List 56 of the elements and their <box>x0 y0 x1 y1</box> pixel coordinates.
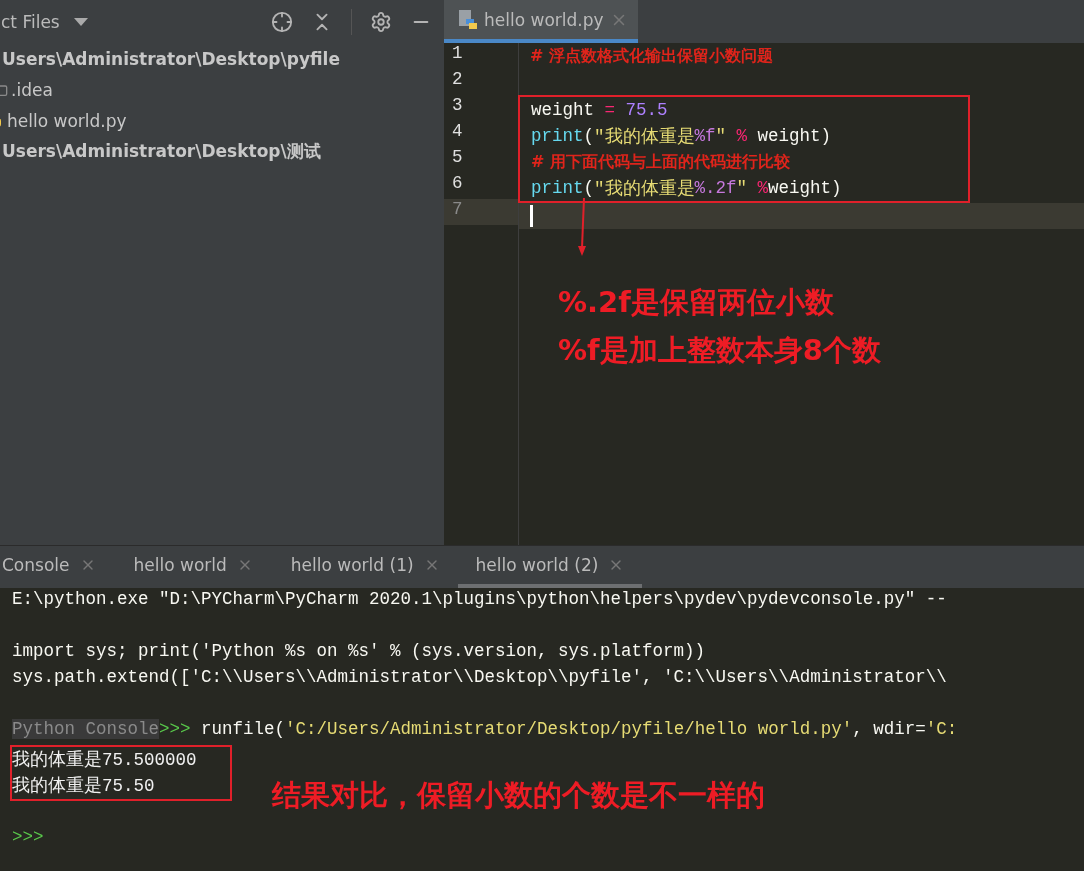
dropdown-caret-icon[interactable] <box>73 17 88 26</box>
tree-item[interactable]: Users\Administrator\Desktop\pyfile <box>2 48 340 69</box>
code-token: Python Console <box>12 719 160 739</box>
code-token: 'C: <box>925 719 958 739</box>
line-number: 6 <box>451 173 464 195</box>
code-token: E:\python.exe "D:\PYCharm\PyCharm 2020.1\plugins\python\helpers\pydev\pydevconsole.py" -- <box>12 589 947 609</box>
console-tab[interactable]: hello world <box>113 546 271 588</box>
console-prompt: >>> <box>159 719 191 739</box>
code-token: ( <box>583 126 595 146</box>
code-token: weight) <box>756 126 832 146</box>
code-token: %.2f <box>694 178 737 198</box>
annotation-text: 结果对比，保留小数的个数是不一样的 <box>272 777 765 814</box>
code-token: = <box>604 100 616 120</box>
console-tab[interactable]: hello world (1) <box>270 546 458 588</box>
line-number: 4 <box>451 121 464 143</box>
code-token: "我的体重是 <box>594 126 695 148</box>
code-comment: # 用下面代码与上面的代码进行比较 <box>531 151 790 173</box>
code-token: 'C:/Users/Administrator/Desktop/pyfile/hello world.py' <box>285 719 853 739</box>
code-token: import sys; print('Python %s on %s' % (sys.version, sys.platform)) <box>12 641 706 661</box>
code-token: print <box>531 126 584 146</box>
code-token: " <box>715 126 727 146</box>
code-token: 75.5 <box>624 100 668 120</box>
code-token: " <box>736 178 748 198</box>
code-token: "我的体重是 <box>594 178 695 200</box>
console-tab[interactable]: hello world (2) <box>457 546 643 588</box>
python-file-icon <box>458 8 478 31</box>
code-token: ( <box>583 178 595 198</box>
code-token: weight) <box>768 178 842 198</box>
tree-item[interactable]: hello world.py <box>7 110 127 131</box>
tree-item[interactable]: Users\Administrator\Desktop\测试 <box>2 140 321 163</box>
line-number: 2 <box>451 69 464 91</box>
code-token: 我的体重是75.50 <box>12 776 155 796</box>
code-token: , wdir= <box>852 719 926 739</box>
line-number: 5 <box>451 147 464 169</box>
line-number: 3 <box>451 95 464 117</box>
console-tab[interactable]: Console <box>0 546 114 588</box>
code-token: 我的体重是75.500000 <box>12 750 197 770</box>
editor-tab[interactable]: hello world.py <box>444 0 638 43</box>
code-token: % <box>735 126 748 146</box>
crosshair-icon[interactable] <box>271 10 293 33</box>
code-comment: # 浮点数格式化输出保留小数问题 <box>530 45 773 67</box>
panel-title[interactable]: ct Files <box>1 11 60 32</box>
code-token: print <box>531 178 584 198</box>
annotation-text: %f是加上整数本身8个数 <box>558 332 881 369</box>
code-token: weight <box>531 100 595 120</box>
code-token: % <box>756 178 769 198</box>
settings-icon[interactable] <box>370 10 392 33</box>
code-token: sys.path.extend(['C:\\Users\\Administrator\\Desktop\\pyfile', 'C:\\Users\\Administrator\\ <box>12 667 947 687</box>
line-number: 1 <box>451 43 464 65</box>
annotation-text: %.2f是保留两位小数 <box>558 284 835 321</box>
code-token: %f <box>694 126 716 146</box>
tree-item[interactable]: .idea <box>11 79 53 100</box>
console-prompt: >>> <box>12 827 44 847</box>
line-number: 7 <box>444 199 518 225</box>
text-cursor <box>530 205 533 227</box>
code-token: runfile( <box>200 719 286 739</box>
